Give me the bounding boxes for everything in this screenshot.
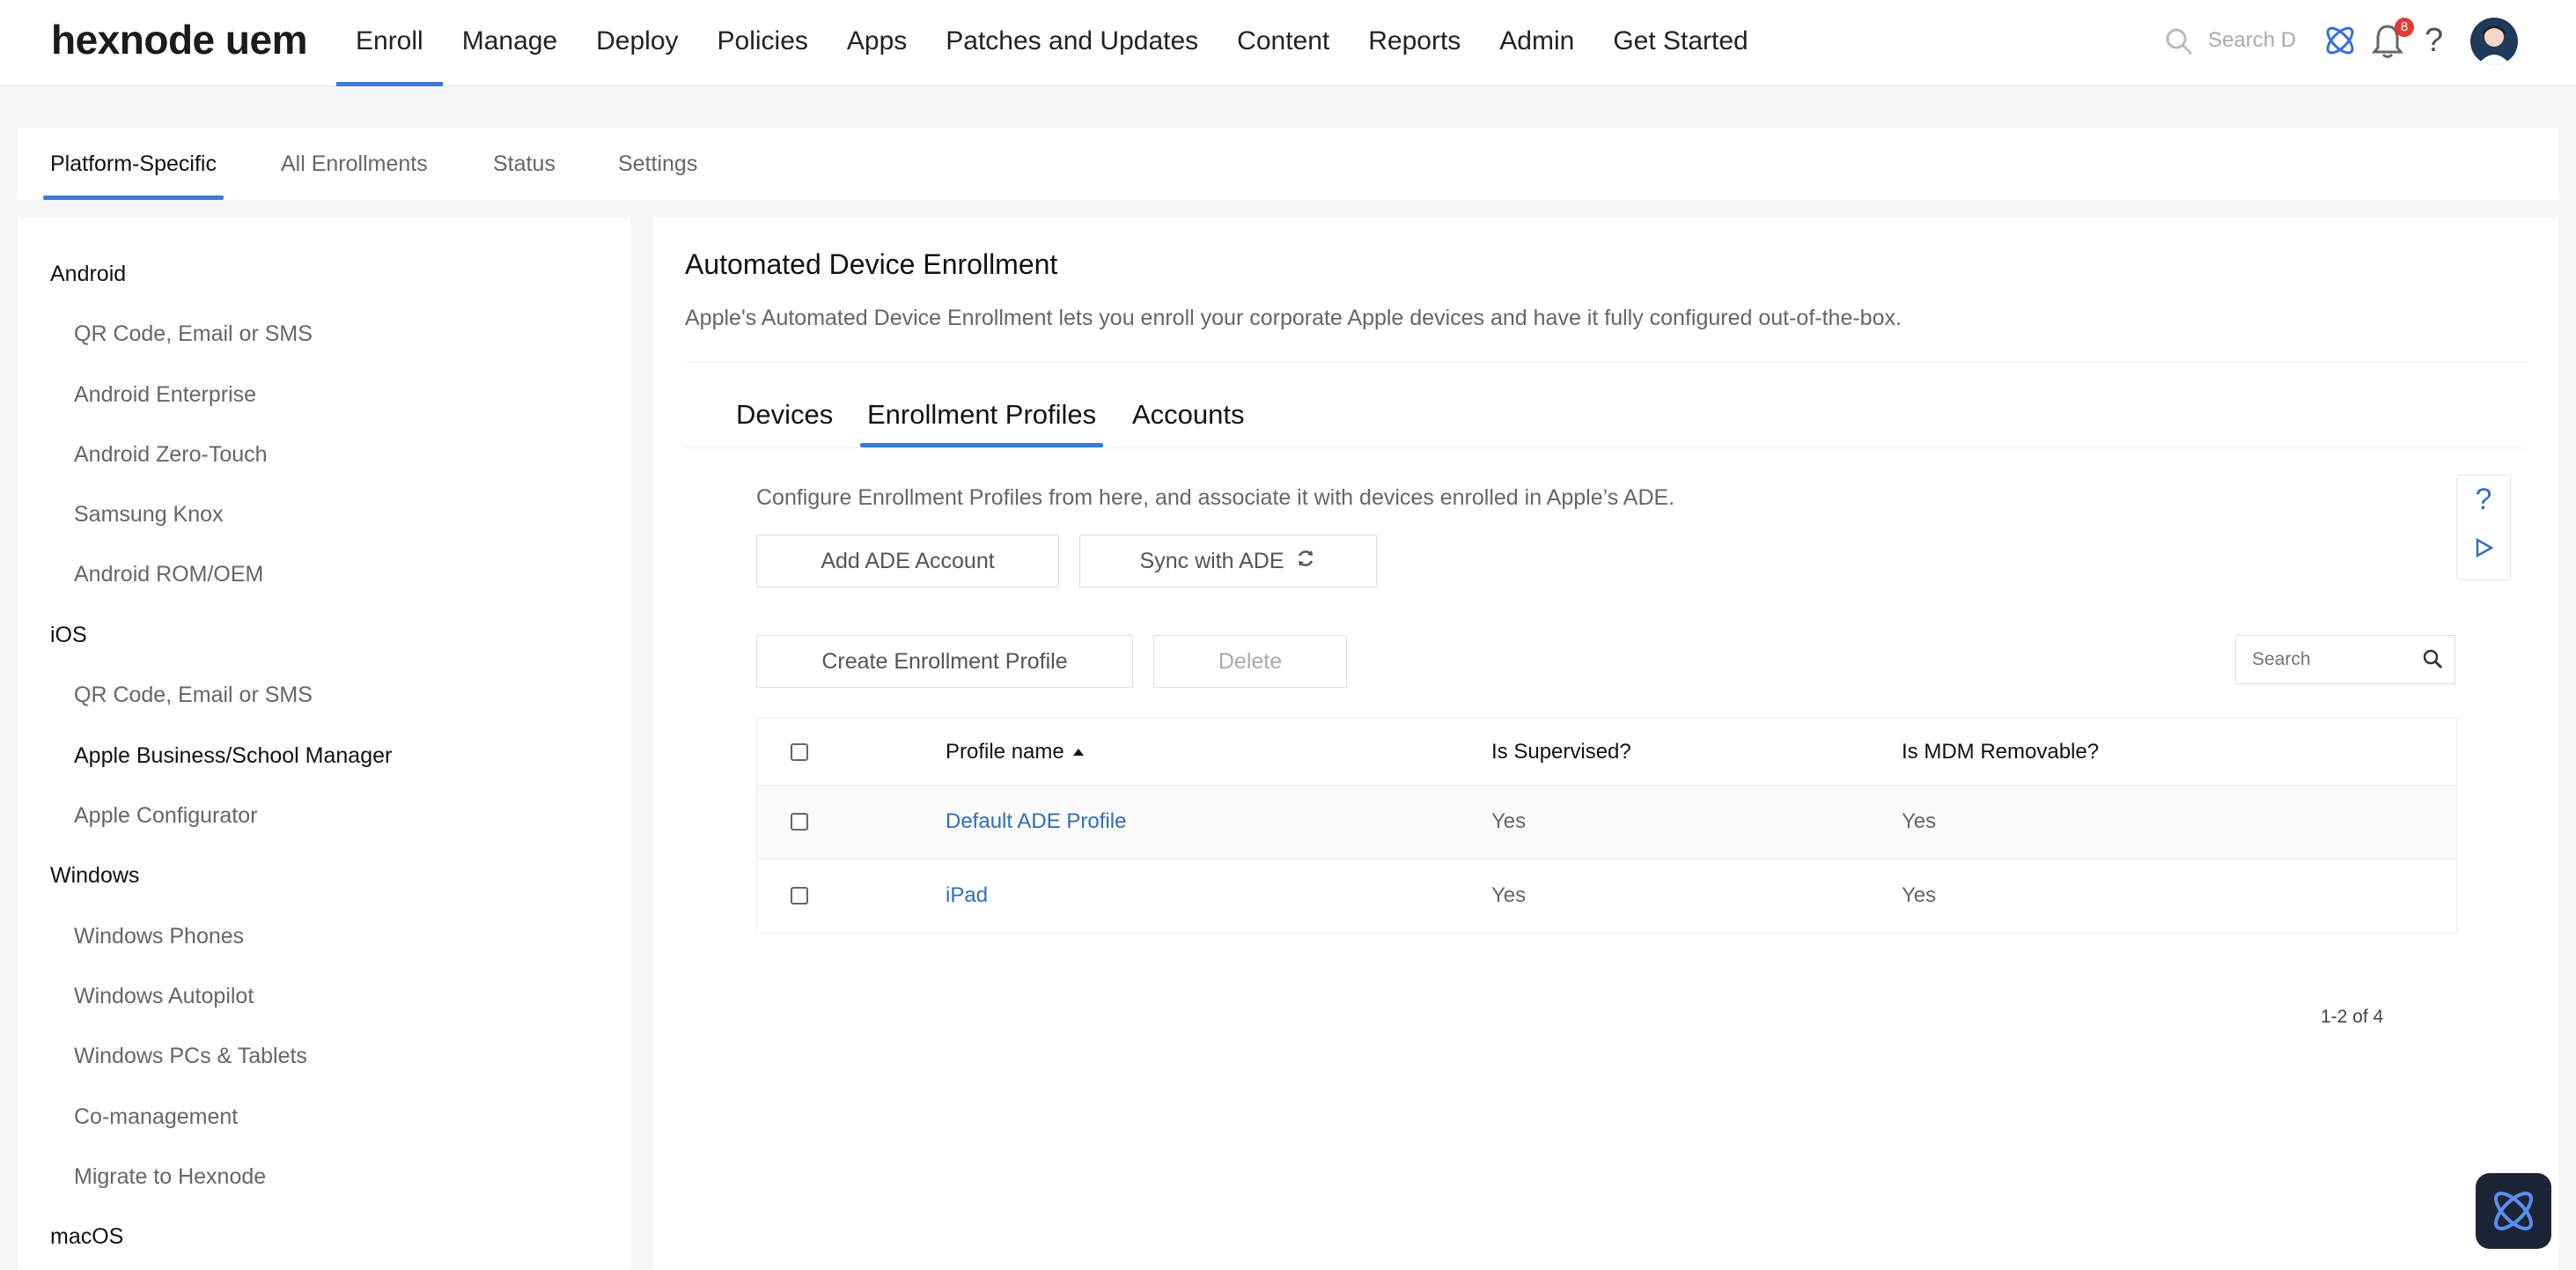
profile-search[interactable] [2235, 635, 2455, 684]
chat-assistant-button[interactable] [2476, 1173, 2551, 1249]
notification-bell-icon[interactable]: 8 [2370, 18, 2414, 60]
help-widget: ? [2456, 475, 2511, 580]
delete-button[interactable]: Delete [1153, 635, 1347, 688]
tab-accounts[interactable]: Accounts [1132, 399, 1245, 431]
nav-patches-and-updates[interactable]: Patches and Updates [926, 0, 1218, 86]
sidebar-group-windows[interactable]: Windows [50, 863, 139, 889]
nav-manage[interactable]: Manage [443, 0, 577, 86]
nav-deploy[interactable]: Deploy [577, 0, 697, 86]
hexnode-assist-icon[interactable] [2321, 21, 2359, 60]
table-row[interactable]: iPad Yes Yes [756, 859, 2457, 933]
pagination-info: 1-2 of 4 [2321, 1007, 2384, 1027]
sidebar-item-samsung-knox[interactable]: Samsung Knox [74, 502, 224, 528]
hexnode-logo[interactable]: hexnode uem [51, 16, 308, 63]
is-mdm-removable-value: Yes [1902, 883, 1937, 907]
nav-get-started[interactable]: Get Started [1593, 0, 1767, 86]
is-mdm-removable-value: Yes [1902, 809, 1937, 833]
nav-reports[interactable]: Reports [1349, 0, 1480, 86]
sidebar-item-android-zero-touch[interactable]: Android Zero-Touch [74, 442, 268, 468]
global-search[interactable]: Search De [2164, 25, 2296, 60]
sidebar-item-android-enterprise[interactable]: Android Enterprise [74, 382, 256, 408]
select-all-checkbox[interactable] [791, 719, 808, 785]
ade-panel: Automated Device Enrollment Apple's Auto… [653, 218, 2558, 1270]
profile-name-link[interactable]: Default ADE Profile [946, 786, 1126, 858]
global-search-placeholder: Search De [2208, 28, 2296, 52]
tab-settings[interactable]: Settings [618, 128, 697, 200]
is-supervised-value: Yes [1491, 883, 1527, 907]
sync-with-ade-label: Sync with ADE [1139, 549, 1284, 573]
table-header: Profile name Is Supervised? Is MDM Remov… [756, 718, 2457, 785]
column-profile-name[interactable]: Profile name [946, 719, 1084, 785]
sidebar-item-windows-pcs-tablets[interactable]: Windows PCs & Tablets [74, 1044, 307, 1069]
tab-all-enrollments[interactable]: All Enrollments [281, 128, 428, 200]
sidebar-item-android-rom-oem[interactable]: Android ROM/OEM [74, 562, 263, 587]
page-description: Apple's Automated Device Enrollment lets… [685, 306, 1902, 330]
enrollment-profiles-table: Profile name Is Supervised? Is MDM Remov… [756, 718, 2457, 933]
divider [685, 362, 2527, 363]
tab-enrollment-profiles[interactable]: Enrollment Profiles [859, 399, 1104, 447]
platform-sidebar: Android QR Code, Email or SMS Android En… [18, 218, 630, 1270]
nav-content[interactable]: Content [1218, 0, 1349, 86]
notification-count-badge: 8 [2395, 18, 2414, 37]
top-navbar: hexnode uem Enroll Manage Deploy Policie… [0, 0, 2576, 86]
tab-status[interactable]: Status [493, 128, 556, 200]
sync-with-ade-button[interactable]: Sync with ADE [1079, 535, 1377, 587]
column-is-supervised[interactable]: Is Supervised? [1491, 719, 1631, 785]
sidebar-item-ios-qr-code[interactable]: QR Code, Email or SMS [74, 683, 313, 708]
nav-enroll[interactable]: Enroll [336, 0, 443, 86]
sort-ascending-icon [1072, 748, 1084, 756]
sidebar-group-ios[interactable]: iOS [50, 623, 87, 648]
tab-platform-specific[interactable]: Platform-Specific [43, 128, 224, 200]
help-question-icon[interactable]: ? [2457, 483, 2510, 517]
refresh-icon [1295, 536, 1316, 587]
column-profile-name-label: Profile name [946, 739, 1064, 764]
nav-admin[interactable]: Admin [1480, 0, 1593, 86]
help-icon[interactable]: ? [2425, 21, 2463, 60]
row-checkbox[interactable] [791, 860, 808, 932]
tab-devices[interactable]: Devices [736, 399, 833, 431]
delete-label: Delete [1218, 649, 1283, 674]
nav-apps[interactable]: Apps [828, 0, 926, 86]
add-ade-account-label: Add ADE Account [821, 549, 995, 573]
column-is-mdm-removable[interactable]: Is MDM Removable? [1902, 719, 2099, 785]
configure-hint: Configure Enrollment Profiles from here,… [756, 485, 1675, 510]
add-ade-account-button[interactable]: Add ADE Account [756, 535, 1059, 587]
sidebar-item-migrate-to-hexnode[interactable]: Migrate to Hexnode [74, 1164, 266, 1190]
nav-policies[interactable]: Policies [698, 0, 828, 86]
divider [685, 447, 2527, 448]
search-icon[interactable] [2421, 647, 2444, 675]
enroll-subtabs: Platform-Specific All Enrollments Status… [18, 128, 2558, 200]
is-supervised-value: Yes [1491, 809, 1527, 833]
profile-search-input[interactable] [2236, 636, 2412, 683]
main-nav: Enroll Manage Deploy Policies Apps Patch… [336, 0, 1768, 86]
sidebar-item-apple-configurator[interactable]: Apple Configurator [74, 803, 257, 829]
profile-name-link[interactable]: iPad [946, 860, 988, 932]
create-enrollment-profile-button[interactable]: Create Enrollment Profile [756, 635, 1133, 688]
row-checkbox[interactable] [791, 786, 808, 858]
page-title: Automated Device Enrollment [685, 248, 1058, 280]
sidebar-item-apple-business-school-manager[interactable]: Apple Business/School Manager [74, 743, 392, 769]
sidebar-item-android-qr-code[interactable]: QR Code, Email or SMS [74, 321, 313, 347]
user-avatar[interactable] [2470, 18, 2518, 65]
sidebar-item-windows-phones[interactable]: Windows Phones [74, 924, 244, 949]
sidebar-item-windows-autopilot[interactable]: Windows Autopilot [74, 984, 254, 1009]
create-enrollment-profile-label: Create Enrollment Profile [821, 649, 1068, 674]
play-video-icon[interactable] [2475, 537, 2494, 563]
sidebar-group-macos[interactable]: macOS [50, 1224, 123, 1250]
sidebar-group-android[interactable]: Android [50, 262, 126, 287]
table-row[interactable]: Default ADE Profile Yes Yes [756, 785, 2457, 859]
sidebar-item-co-management[interactable]: Co-management [74, 1104, 238, 1130]
